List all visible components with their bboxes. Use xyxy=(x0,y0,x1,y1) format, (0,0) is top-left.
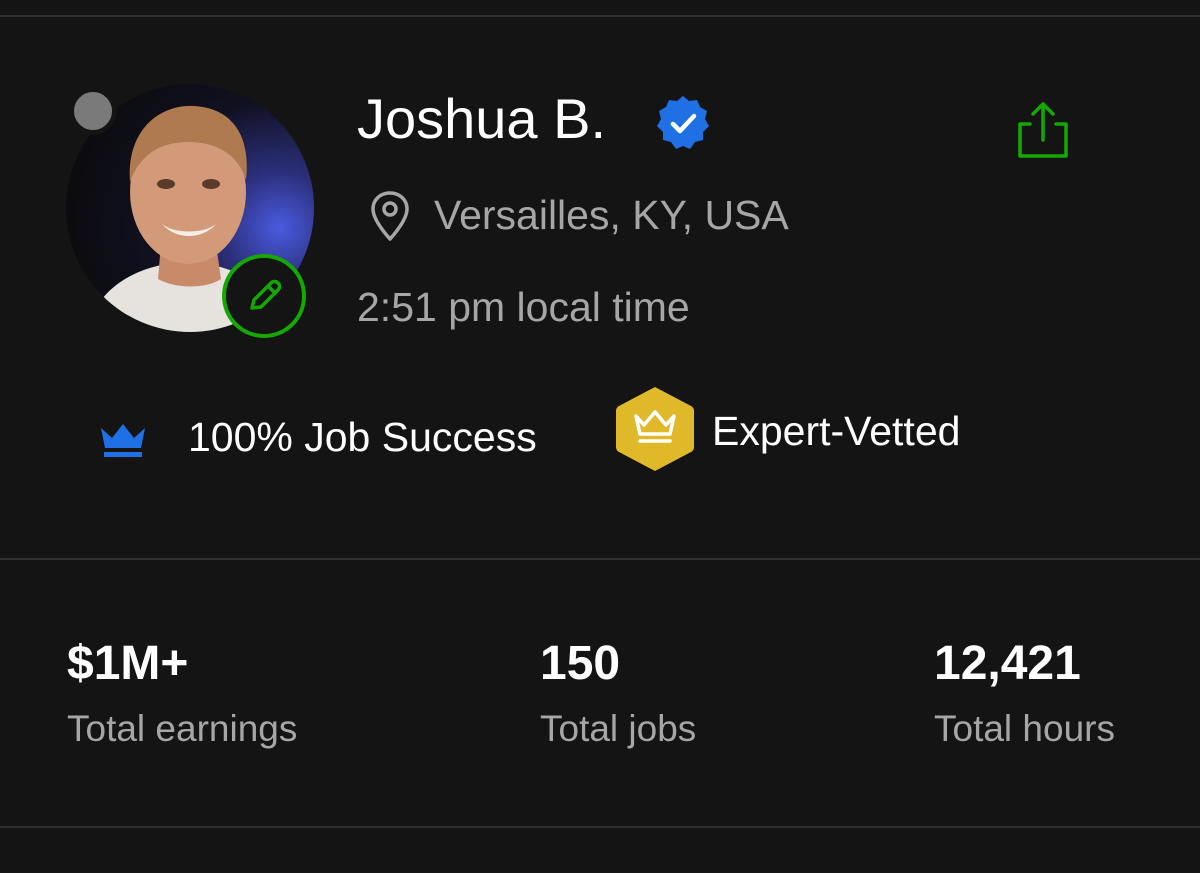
status-indicator xyxy=(69,87,117,135)
job-success-label: 100% Job Success xyxy=(188,414,537,460)
share-icon[interactable] xyxy=(1008,98,1078,162)
total-jobs-value: 150 xyxy=(540,637,621,690)
total-hours-label: Total hours xyxy=(934,708,1115,749)
location-text: Versailles, KY, USA xyxy=(434,192,789,238)
total-hours-value: 12,421 xyxy=(934,637,1081,690)
expert-vetted-label: Expert-Vetted xyxy=(712,408,961,454)
pencil-icon xyxy=(250,279,282,310)
crown-hexagon-icon xyxy=(616,387,694,471)
map-pin-icon xyxy=(371,191,409,241)
total-jobs-label: Total jobs xyxy=(540,708,697,749)
total-earnings-value: $1M+ xyxy=(67,637,189,690)
total-earnings-label: Total earnings xyxy=(67,708,298,749)
crown-icon xyxy=(101,424,145,457)
top-divider xyxy=(0,15,1200,17)
bottom-divider xyxy=(0,826,1200,828)
profile-name: Joshua B. xyxy=(357,87,607,150)
verified-check-icon xyxy=(657,96,709,149)
section-divider xyxy=(0,558,1200,560)
local-time: 2:51 pm local time xyxy=(357,284,690,330)
edit-photo-button[interactable] xyxy=(222,254,306,338)
